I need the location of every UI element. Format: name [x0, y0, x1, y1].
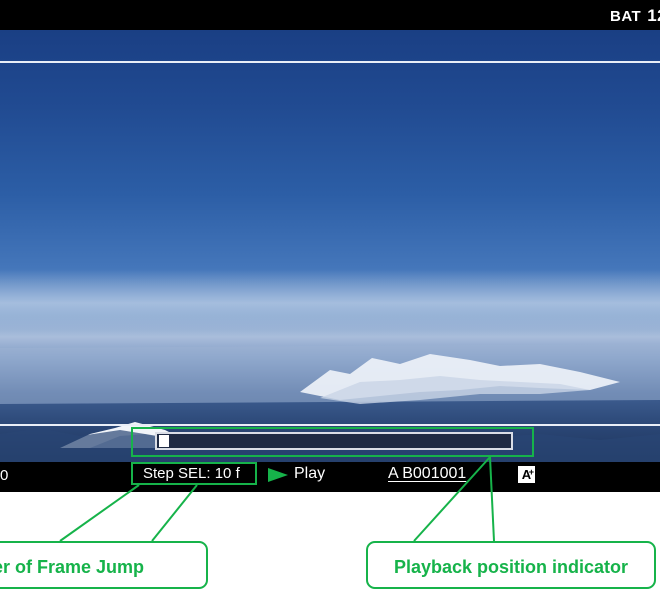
leader-frame-jump-2 — [151, 484, 198, 542]
step-select-highlight — [131, 462, 257, 485]
a-plus-icon: A + — [518, 466, 535, 483]
top-status-bar: BAT 12 — [0, 0, 660, 30]
position-indicator-callout-text: Playback position indicator — [394, 557, 629, 577]
battery-label: BAT — [610, 8, 642, 25]
video-frame — [0, 30, 660, 462]
leader-frame-jump-1 — [59, 484, 140, 542]
frame-guide-bottom — [0, 424, 660, 426]
battery-indicator: BAT 12 — [610, 6, 660, 26]
clip-name: A B001001 — [388, 465, 467, 482]
camera-viewfinder: BAT 12 0 Step SEL: 10 f Play A B001001 A+ — [0, 0, 660, 492]
play-triangle-icon — [268, 468, 288, 482]
cloud-haze — [0, 270, 660, 330]
plus-mark: + — [528, 467, 534, 477]
frame-jump-callout: ber of Frame Jump — [0, 541, 208, 589]
battery-value: 12 — [647, 6, 660, 25]
bottom-status-bar: 0 Step SEL: 10 f Play A B001001 A + — [0, 462, 660, 492]
playback-state-label: Play — [294, 465, 326, 482]
position-bar-highlight — [131, 427, 534, 457]
status-left-fragment: 0 — [0, 467, 9, 484]
frame-guide-top — [0, 61, 660, 63]
position-indicator-callout: Playback position indicator — [366, 541, 656, 589]
frame-jump-callout-text: ber of Frame Jump — [0, 557, 145, 577]
